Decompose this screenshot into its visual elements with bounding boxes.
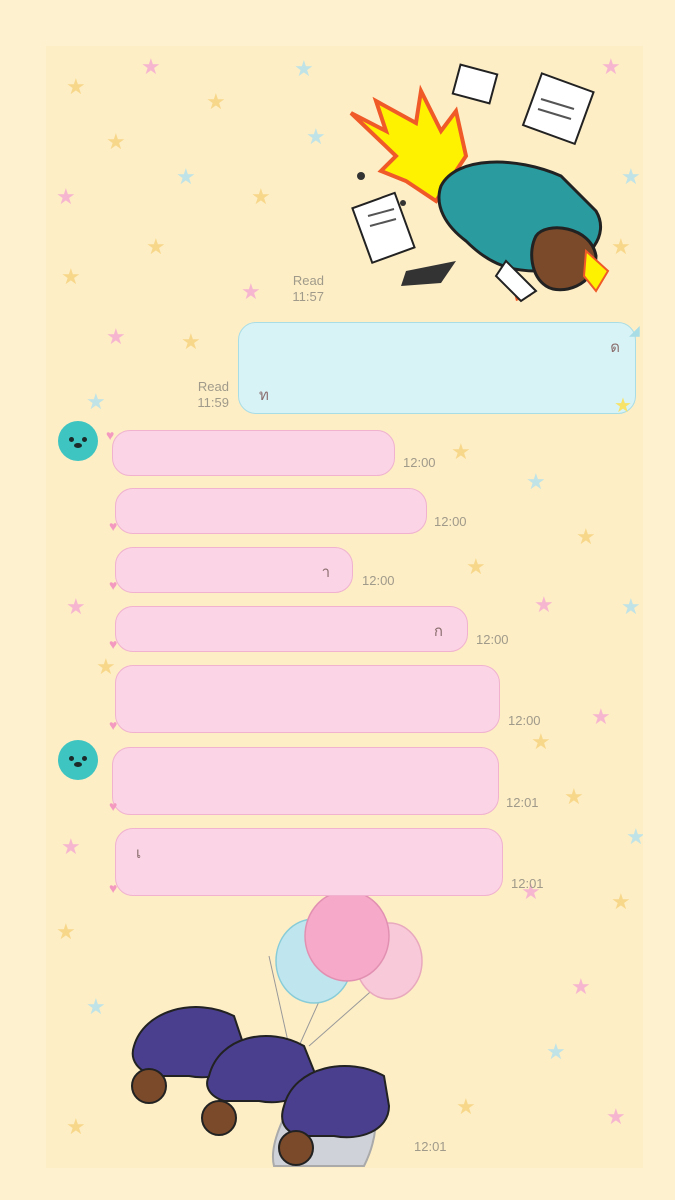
incoming-message-bubble[interactable]: [115, 665, 500, 733]
incoming-message-bubble[interactable]: [112, 430, 395, 476]
message-time: 12:00: [476, 632, 509, 647]
incoming-message-bubble[interactable]: เ: [115, 828, 503, 896]
star-decoration: ★: [66, 594, 86, 619]
avatar-eye: [69, 437, 74, 442]
message-time: 12:00: [403, 455, 436, 470]
avatar[interactable]: [58, 740, 98, 780]
star-decoration: ★: [621, 164, 641, 189]
message-time: 12:01: [511, 876, 544, 891]
star-decoration: ★: [106, 129, 126, 154]
star-decoration: ★: [66, 74, 86, 99]
star-decoration: ★: [456, 1094, 476, 1119]
sticker-read-status: Read 11:57: [271, 273, 324, 305]
heart-icon: ♥: [109, 798, 118, 814]
star-decoration: ★: [181, 329, 201, 354]
star-decoration: ★: [546, 1039, 566, 1064]
message-text-fragment: ท: [259, 386, 269, 404]
read-label: Read: [197, 379, 229, 394]
star-decoration: ★: [61, 834, 81, 859]
star-decoration: ★: [611, 889, 631, 914]
message-time: 11:57: [292, 289, 324, 304]
heart-icon: ♥: [109, 518, 118, 534]
avatar-eye: [69, 756, 74, 761]
incoming-message-bubble[interactable]: [115, 488, 427, 534]
star-decoration: ★: [206, 89, 226, 114]
message-time: 12:01: [506, 795, 539, 810]
avatar-eye: [82, 437, 87, 442]
star-decoration: ★: [241, 279, 261, 304]
avatar-nose: [74, 443, 82, 448]
message-text-fragment: ด: [610, 338, 620, 356]
star-decoration: ★: [576, 524, 596, 549]
star-decoration: ★: [306, 124, 326, 149]
star-decoration: ★: [294, 56, 314, 81]
star-decoration: ★: [146, 234, 166, 259]
star-decoration: ★: [96, 654, 116, 679]
star-decoration: ★: [626, 824, 643, 849]
star-decoration: ★: [466, 554, 486, 579]
star-decoration: ★: [251, 184, 271, 209]
star-decoration: ★: [564, 784, 584, 809]
heart-icon: ♥: [106, 427, 115, 443]
incoming-message-bubble[interactable]: [112, 747, 499, 815]
message-time: 12:00: [362, 573, 395, 588]
star-icon: ★: [614, 395, 632, 417]
avatar-nose: [74, 762, 82, 767]
star-decoration: ★: [571, 974, 591, 999]
message-text-fragment: า: [321, 563, 330, 581]
message-time: 11:59: [197, 395, 229, 410]
star-decoration: ★: [591, 704, 611, 729]
star-decoration: ★: [106, 324, 126, 349]
message-time: 12:00: [434, 514, 467, 529]
heart-icon: ♥: [109, 717, 118, 733]
incoming-message-bubble[interactable]: า: [115, 547, 353, 593]
message-text-fragment: ก: [433, 622, 443, 640]
bubble-tail-icon: ◢: [629, 322, 640, 338]
message-time: 12:00: [508, 713, 541, 728]
heart-icon: ♥: [109, 880, 118, 896]
incoming-message-bubble[interactable]: ก: [115, 606, 468, 652]
chat-area[interactable]: ★ ★ ★ ★ ★ ★ ★ ★ ★ ★ ★ ★ ★ ★ ★ ★ ★ ★ ★ ★ …: [46, 46, 643, 1168]
avatar[interactable]: [58, 421, 98, 461]
message-text-fragment: เ: [136, 844, 142, 862]
star-decoration: ★: [526, 469, 546, 494]
star-decoration: ★: [176, 164, 196, 189]
star-decoration: ★: [56, 184, 76, 209]
read-label: Read: [292, 273, 324, 288]
star-decoration: ★: [86, 994, 106, 1019]
star-decoration: ★: [56, 919, 76, 944]
star-decoration: ★: [141, 54, 161, 79]
outgoing-message-bubble[interactable]: ด ท: [238, 322, 636, 414]
star-decoration: ★: [531, 729, 551, 754]
message-time: 12:01: [414, 1139, 447, 1154]
heart-icon: ♥: [109, 636, 118, 652]
star-decoration: ★: [606, 1104, 626, 1129]
star-decoration: ★: [534, 592, 554, 617]
three-bowing-men-balloons-sticker[interactable]: [124, 896, 424, 1168]
star-decoration: ★: [621, 594, 641, 619]
star-decoration: ★: [61, 264, 81, 289]
star-decoration: ★: [451, 439, 471, 464]
bowing-businessman-sticker[interactable]: [346, 61, 616, 306]
heart-icon: ♥: [109, 577, 118, 593]
star-decoration: ★: [86, 389, 106, 414]
star-decoration: ★: [66, 1114, 86, 1139]
avatar-eye: [82, 756, 87, 761]
outgoing-read-status: Read 11:59: [176, 379, 229, 411]
